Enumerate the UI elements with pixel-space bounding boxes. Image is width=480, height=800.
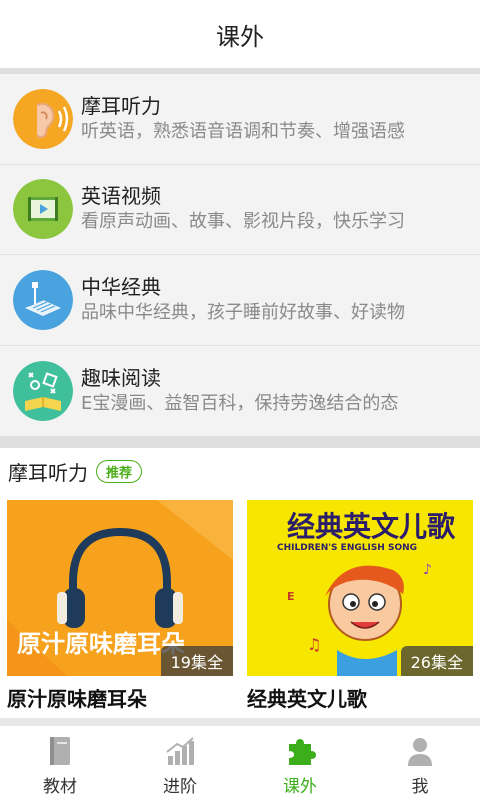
cover-text: 经典英文儿歌 [287,510,456,543]
episode-count: 26集全 [400,646,473,676]
tab-label: 我 [411,777,429,797]
category-title: 中华经典 [81,274,161,299]
bottom-tab-bar: 教材 进阶 课外 我 [0,726,480,800]
progress-chart-icon [166,737,194,765]
category-desc: E宝漫画、益智百科，保持劳逸结合的态 [81,392,399,414]
tabbar-divider [0,718,480,726]
category-item-video[interactable]: 英语视频 看原声动画、故事、影视片段，快乐学习 [0,165,480,255]
reading-icon [13,360,73,421]
cover-text: 原汁原味磨耳朵 [17,630,185,658]
category-item-classic[interactable]: 中华经典 品味中华经典，孩子睡前好故事、好读物 [0,255,480,346]
classic-book-icon [13,269,73,330]
episode-count: 19集全 [160,646,233,676]
category-title: 英语视频 [81,184,161,209]
card-cover: 原汁原味磨耳朵 19集全 [7,500,233,676]
recommend-card[interactable]: 经典英文儿歌 CHILDREN'S ENGLISH SONG E ♪ ♫ 26集… [247,500,473,712]
category-desc: 品味中华经典，孩子睡前好故事、好读物 [81,301,405,323]
tab-label: 进阶 [163,777,197,797]
tab-me[interactable]: 我 [360,726,480,800]
puzzle-icon [289,739,316,765]
tab-label: 课外 [283,777,317,797]
category-desc: 听英语，熟悉语音语调和节奏、增强语感 [81,120,405,142]
card-title: 经典英文儿歌 [247,687,367,711]
ear-icon [13,88,73,149]
category-item-listening[interactable]: 摩耳听力 听英语，熟悉语音语调和节奏、增强语感 [0,74,480,165]
category-title: 趣味阅读 [81,365,161,390]
category-list: 摩耳听力 听英语，熟悉语音语调和节奏、增强语感 英语视频 看原声动画、故事、影视… [0,74,480,436]
svg-text:E: E [287,590,295,603]
page-title: 课外 [216,22,264,51]
recommend-card[interactable]: 原汁原味磨耳朵 19集全 原汁原味磨耳朵 [7,500,233,712]
category-title: 摩耳听力 [81,93,161,118]
textbook-icon [50,737,70,765]
card-title: 原汁原味磨耳朵 [7,687,147,711]
recommend-header: 摩耳听力 推荐 [0,448,480,494]
cover-subtext: CHILDREN'S ENGLISH SONG [277,543,417,553]
tab-extracurricular[interactable]: 课外 [240,726,360,800]
video-icon [13,179,73,240]
category-item-reading[interactable]: 趣味阅读 E宝漫画、益智百科，保持劳逸结合的态 [0,346,480,437]
svg-text:♪: ♪ [423,562,432,578]
svg-text:♫: ♫ [307,635,321,654]
section-divider [0,436,480,448]
tab-advanced[interactable]: 进阶 [120,726,240,800]
recommend-section-title: 摩耳听力 [8,460,88,485]
user-icon [408,738,432,766]
card-cover: 经典英文儿歌 CHILDREN'S ENGLISH SONG E ♪ ♫ 26集… [247,500,473,676]
page-header: 课外 [0,0,480,68]
recommend-badge: 推荐 [96,459,143,483]
category-desc: 看原声动画、故事、影视片段，快乐学习 [81,211,405,233]
tab-label: 教材 [43,777,77,797]
tab-textbook[interactable]: 教材 [0,726,120,800]
